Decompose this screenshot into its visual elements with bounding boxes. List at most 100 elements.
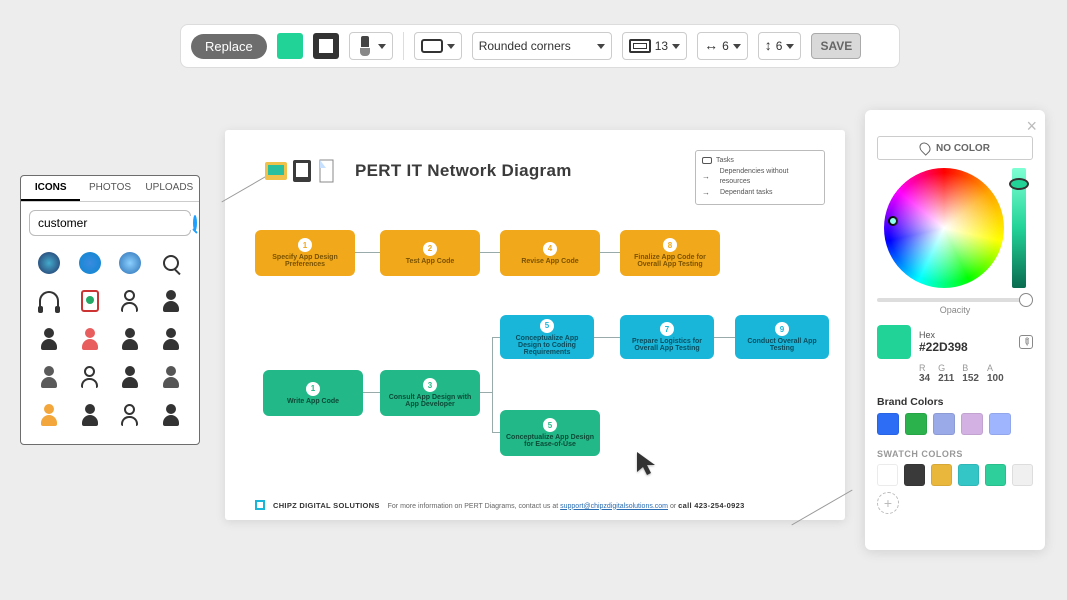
- brand-color-swatch[interactable]: [989, 413, 1011, 435]
- icon-result[interactable]: [31, 286, 68, 316]
- opacity-label: Opacity: [877, 305, 1033, 315]
- fill-color-swatch[interactable]: [277, 33, 303, 59]
- tab-uploads[interactable]: UPLOADS: [140, 176, 199, 201]
- icon-result[interactable]: [112, 324, 149, 354]
- icon-search[interactable]: [29, 210, 191, 236]
- rgba-a[interactable]: 100: [987, 373, 1004, 384]
- icon-result[interactable]: [153, 324, 190, 354]
- vertical-spacing-dropdown[interactable]: 6: [758, 32, 802, 60]
- task-node[interactable]: 1Write App Code: [263, 370, 363, 416]
- task-node[interactable]: 1Specify App Design Preferences: [255, 230, 355, 276]
- rgba-r[interactable]: 34: [919, 373, 930, 384]
- node-label: Conceptualize App Design for Ease-of-Use: [504, 434, 596, 448]
- edge: [492, 432, 500, 433]
- node-number: 2: [423, 242, 437, 256]
- search-input[interactable]: [38, 216, 193, 230]
- format-toolbar: Replace Rounded corners 13 6 6 SAVE: [180, 24, 900, 68]
- rgba-values: R34 G211 B152 A100: [919, 363, 1033, 384]
- edge: [714, 337, 735, 338]
- icon-result[interactable]: [72, 362, 109, 392]
- node-number: 5: [543, 418, 557, 432]
- icon-result[interactable]: [72, 324, 109, 354]
- icon-result[interactable]: [112, 248, 149, 278]
- icon-result[interactable]: [112, 400, 149, 430]
- rgba-b[interactable]: 152: [962, 373, 979, 384]
- horizontal-spacing-dropdown[interactable]: 6: [697, 32, 748, 60]
- opacity-slider[interactable]: [877, 298, 1033, 302]
- edge: [480, 252, 500, 253]
- swatch-color[interactable]: [985, 464, 1006, 486]
- brush-dropdown[interactable]: [349, 32, 393, 60]
- brand-color-swatch[interactable]: [877, 413, 899, 435]
- swatch-color[interactable]: [958, 464, 979, 486]
- swatch-color[interactable]: [904, 464, 925, 486]
- icon-result[interactable]: [153, 362, 190, 392]
- task-node[interactable]: 7Prepare Logistics for Overall App Testi…: [620, 315, 714, 359]
- icon-result[interactable]: [112, 286, 149, 316]
- swatch-color[interactable]: [877, 464, 898, 486]
- color-wheel[interactable]: [884, 168, 1004, 288]
- edge: [492, 337, 500, 338]
- icon-result[interactable]: [31, 248, 68, 278]
- brand-color-swatch[interactable]: [933, 413, 955, 435]
- hue-slider[interactable]: [1012, 168, 1026, 288]
- task-node[interactable]: 8Finalize App Code for Overall App Testi…: [620, 230, 720, 276]
- legend-label: Dependant tasks: [720, 188, 773, 198]
- add-swatch-button[interactable]: +: [877, 492, 899, 514]
- hex-value[interactable]: #22D398: [919, 340, 968, 354]
- task-node[interactable]: 5 Conceptualize App Design for Ease-of-Us…: [500, 410, 600, 456]
- footer-text: For more information on PERT Diagrams, c…: [388, 503, 559, 510]
- icon-result[interactable]: [72, 248, 109, 278]
- task-node[interactable]: 2Test App Code: [380, 230, 480, 276]
- diagram-footer: CHIPZ DIGITAL SOLUTIONS For more informa…: [255, 500, 745, 510]
- no-color-button[interactable]: NO COLOR: [877, 136, 1033, 160]
- diagram-canvas[interactable]: PERT IT Network Diagram Tasks →Dependenc…: [225, 130, 845, 520]
- icons-panel: ICONS PHOTOS UPLOADS: [20, 175, 200, 445]
- icon-result[interactable]: [112, 362, 149, 392]
- v-spacing-value: 6: [776, 39, 783, 53]
- node-label: Specify App Design Preferences: [259, 254, 351, 268]
- close-icon[interactable]: ×: [1026, 116, 1037, 137]
- tab-icons[interactable]: ICONS: [21, 176, 80, 201]
- icon-result[interactable]: [31, 324, 68, 354]
- legend-task-icon: [702, 157, 712, 164]
- person-icon: [161, 290, 181, 312]
- icon-result[interactable]: [72, 400, 109, 430]
- task-node[interactable]: 3Consult App Design with App Developer: [380, 370, 480, 416]
- color-wheel-picker[interactable]: [888, 216, 898, 226]
- replace-button[interactable]: Replace: [191, 34, 267, 59]
- brand-color-swatch[interactable]: [961, 413, 983, 435]
- legend-label: Tasks: [716, 156, 734, 166]
- icon-result[interactable]: [153, 286, 190, 316]
- swatch-colors-row: [877, 464, 1033, 486]
- rgba-g[interactable]: 211: [938, 373, 954, 384]
- person-icon: [39, 328, 59, 350]
- person-female-icon: [161, 404, 181, 426]
- icon-result[interactable]: [31, 362, 68, 392]
- eyedropper-button[interactable]: [1019, 335, 1033, 349]
- save-button[interactable]: SAVE: [811, 33, 861, 59]
- task-node[interactable]: 9Conduct Overall App Testing: [735, 315, 829, 359]
- task-node[interactable]: 4Revise App Code: [500, 230, 600, 276]
- icon-result[interactable]: [72, 286, 109, 316]
- headset-icon: [39, 291, 59, 311]
- shape-dropdown[interactable]: [414, 32, 462, 60]
- badge-icon: [81, 290, 99, 312]
- border-thickness-dropdown[interactable]: 13: [622, 32, 687, 60]
- icon-result[interactable]: [31, 400, 68, 430]
- brand-color-swatch[interactable]: [905, 413, 927, 435]
- tab-photos[interactable]: PHOTOS: [80, 176, 139, 201]
- swatch-color[interactable]: [931, 464, 952, 486]
- border-color-swatch[interactable]: [313, 33, 339, 59]
- icon-result[interactable]: [153, 248, 190, 278]
- icon-result[interactable]: [153, 400, 190, 430]
- task-node[interactable]: 5Conceptualize App Design to Coding Requ…: [500, 315, 594, 359]
- swatch-color[interactable]: [1012, 464, 1033, 486]
- opacity-thumb[interactable]: [1019, 293, 1033, 307]
- hue-slider-thumb[interactable]: [1009, 178, 1029, 190]
- corner-style-dropdown[interactable]: Rounded corners: [472, 32, 612, 60]
- node-label: Conduct Overall App Testing: [739, 338, 825, 352]
- double-border-icon: [629, 39, 651, 53]
- edge: [600, 252, 620, 253]
- person-hat-icon: [161, 366, 181, 388]
